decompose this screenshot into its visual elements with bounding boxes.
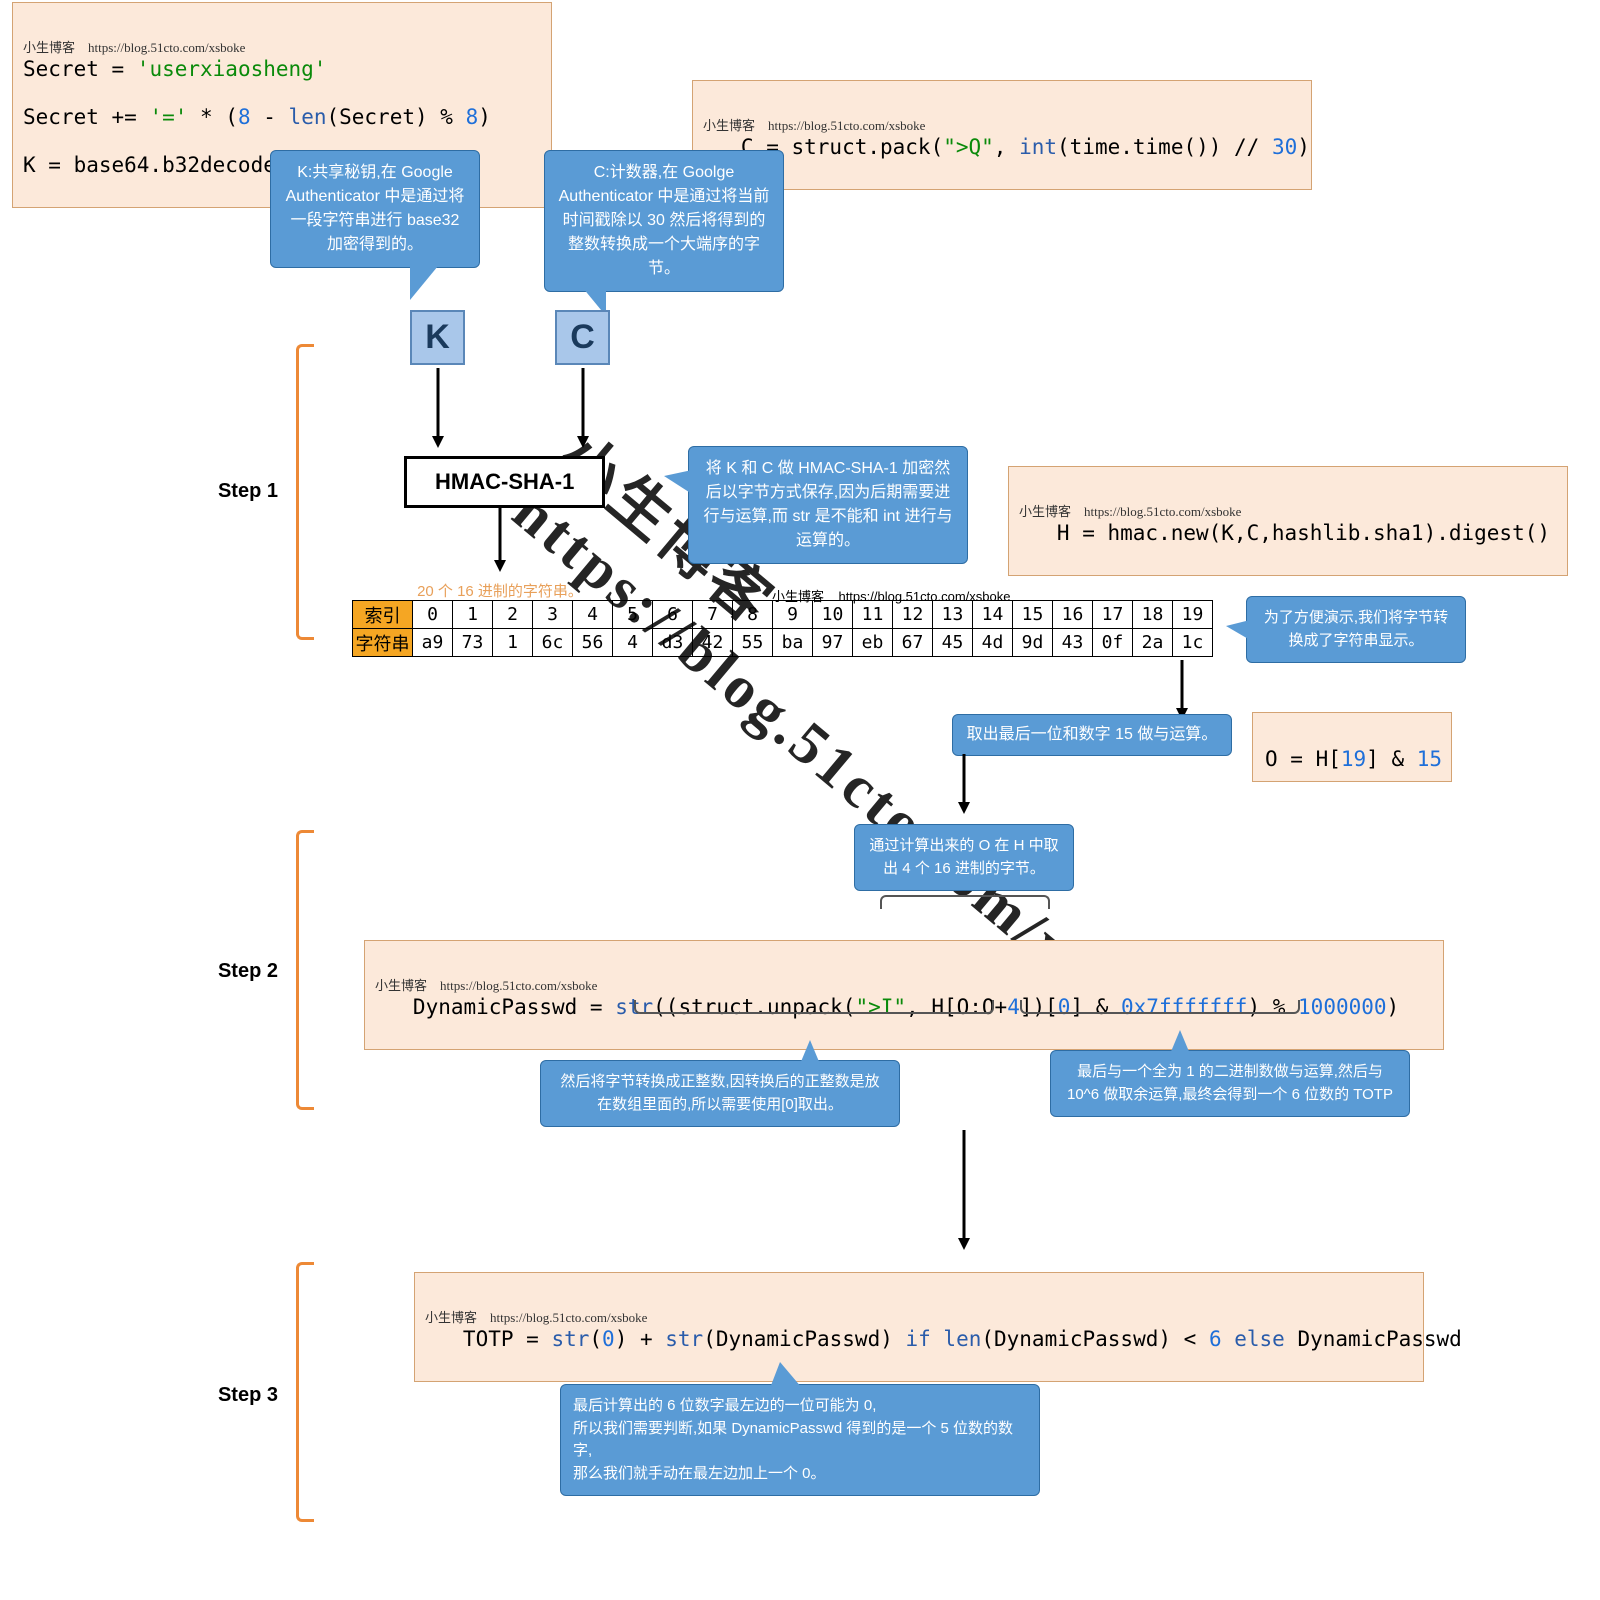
table-str-cell: 56 bbox=[573, 629, 613, 657]
table-str-cell: 45 bbox=[933, 629, 973, 657]
hmac-box: HMAC-SHA-1 bbox=[404, 456, 605, 508]
callout-final-tail bbox=[770, 1362, 802, 1388]
arrow-hmac-table bbox=[498, 506, 502, 572]
arrow-to-step2 bbox=[962, 754, 966, 814]
code-dynamicpasswd: 小生博客 https://blog.51cto.com/xsboke Dynam… bbox=[364, 940, 1444, 1050]
brace-mod bbox=[1020, 1000, 1300, 1014]
c-box: C bbox=[555, 310, 610, 365]
table-str-cell: 4d bbox=[973, 629, 1013, 657]
byte-table: 索引012345678910111213141516171819字符串a9731… bbox=[352, 600, 1213, 657]
callout-lastbit: 取出最后一位和数字 15 做与运算。 bbox=[952, 714, 1232, 756]
table-str-cell: d3 bbox=[653, 629, 693, 657]
callout-hmac: 将 K 和 C 做 HMAC-SHA-1 加密然后以字节方式保存,因为后期需要进… bbox=[688, 446, 968, 564]
table-str-cell: 2a bbox=[1133, 629, 1173, 657]
table-str-cell: 0f bbox=[1093, 629, 1133, 657]
table-str-cell: 6c bbox=[533, 629, 573, 657]
arrow-lastbyte bbox=[1180, 660, 1184, 720]
table-str-cell: 4 bbox=[613, 629, 653, 657]
callout-table-tail bbox=[1226, 620, 1250, 640]
step1-label: Step 1 bbox=[178, 480, 278, 503]
table-idx-cell: 6 bbox=[653, 601, 693, 629]
callout-table: 为了方便演示,我们将字节转换成了字符串显示。 bbox=[1246, 596, 1466, 663]
table-str-cell: eb bbox=[853, 629, 893, 657]
table-str-cell: 43 bbox=[1053, 629, 1093, 657]
table-str-cell: 97 bbox=[813, 629, 853, 657]
byte-table-wrap: 小生博客 https://blog.51cto.com/xsboke 索引012… bbox=[352, 600, 1213, 657]
brace-slice bbox=[880, 895, 1050, 909]
step3-bracket bbox=[296, 1262, 314, 1522]
code-c-block: 小生博客 https://blog.51cto.com/xsboke C = s… bbox=[692, 80, 1312, 190]
table-idx-cell: 2 bbox=[493, 601, 533, 629]
k-box: K bbox=[410, 310, 465, 365]
table-str-cell: 1 bbox=[493, 629, 533, 657]
step3-label: Step 3 bbox=[178, 1384, 278, 1407]
table-idx-cell: 8 bbox=[733, 601, 773, 629]
table-idx-cell: 19 bbox=[1173, 601, 1213, 629]
callout-k: K:共享秘钥,在 Google Authenticator 中是通过将一段字符串… bbox=[270, 150, 480, 268]
table-str-cell: 67 bbox=[893, 629, 933, 657]
table-str-cell: 42 bbox=[693, 629, 733, 657]
callout-k-tail bbox=[410, 266, 438, 300]
callout-o-explain: 通过计算出来的 O 在 H 中取出 4 个 16 进制的字节。 bbox=[854, 824, 1074, 891]
table-idx-cell: 3 bbox=[533, 601, 573, 629]
table-str-cell: 9d bbox=[1013, 629, 1053, 657]
table-str-cell: a9 bbox=[413, 629, 453, 657]
table-header-index: 索引 bbox=[353, 601, 413, 629]
table-idx-cell: 1 bbox=[453, 601, 493, 629]
arrow-to-step3 bbox=[962, 1130, 966, 1250]
step2-label: Step 2 bbox=[178, 960, 278, 983]
table-idx-cell: 5 bbox=[613, 601, 653, 629]
arrow-k-hmac bbox=[436, 368, 440, 448]
code-hmac-block: 小生博客 https://blog.51cto.com/xsboke H = h… bbox=[1008, 466, 1568, 576]
callout-mod: 最后与一个全为 1 的二进制数做与运算,然后与 10^6 做取余运算,最终会得到… bbox=[1050, 1050, 1410, 1117]
code-o-block: O = H[19] & 15 bbox=[1252, 712, 1452, 782]
arrow-c-hmac bbox=[581, 368, 585, 448]
table-idx-cell: 15 bbox=[1013, 601, 1053, 629]
callout-conv-tail bbox=[800, 1040, 820, 1064]
table-str-cell: ba bbox=[773, 629, 813, 657]
callout-c: C:计数器,在 Goolge Authenticator 中是通过将当前时间戳除… bbox=[544, 150, 784, 292]
step2-bracket bbox=[296, 830, 314, 1110]
table-idx-cell: 7 bbox=[693, 601, 733, 629]
brace-conv bbox=[634, 1000, 994, 1014]
table-idx-cell: 4 bbox=[573, 601, 613, 629]
code-totp-block: 小生博客 https://blog.51cto.com/xsboke TOTP … bbox=[414, 1272, 1424, 1382]
callout-mod-tail bbox=[1170, 1030, 1190, 1054]
table-str-cell: 55 bbox=[733, 629, 773, 657]
table-idx-cell: 0 bbox=[413, 601, 453, 629]
table-str-cell: 73 bbox=[453, 629, 493, 657]
table-header-string: 字符串 bbox=[353, 629, 413, 657]
callout-hmac-tail bbox=[664, 470, 692, 494]
table-str-cell: 1c bbox=[1173, 629, 1213, 657]
orange-note: 20 个 16 进制的字符串。 bbox=[380, 580, 620, 601]
table-idx-cell: 16 bbox=[1053, 601, 1093, 629]
table-idx-cell: 17 bbox=[1093, 601, 1133, 629]
table-idx-cell: 18 bbox=[1133, 601, 1173, 629]
callout-conv: 然后将字节转换成正整数,因转换后的正整数是放在数组里面的,所以需要使用[0]取出… bbox=[540, 1060, 900, 1127]
step1-bracket bbox=[296, 344, 314, 640]
callout-final: 最后计算出的 6 位数字最左边的一位可能为 0, 所以我们需要判断,如果 Dyn… bbox=[560, 1384, 1040, 1496]
